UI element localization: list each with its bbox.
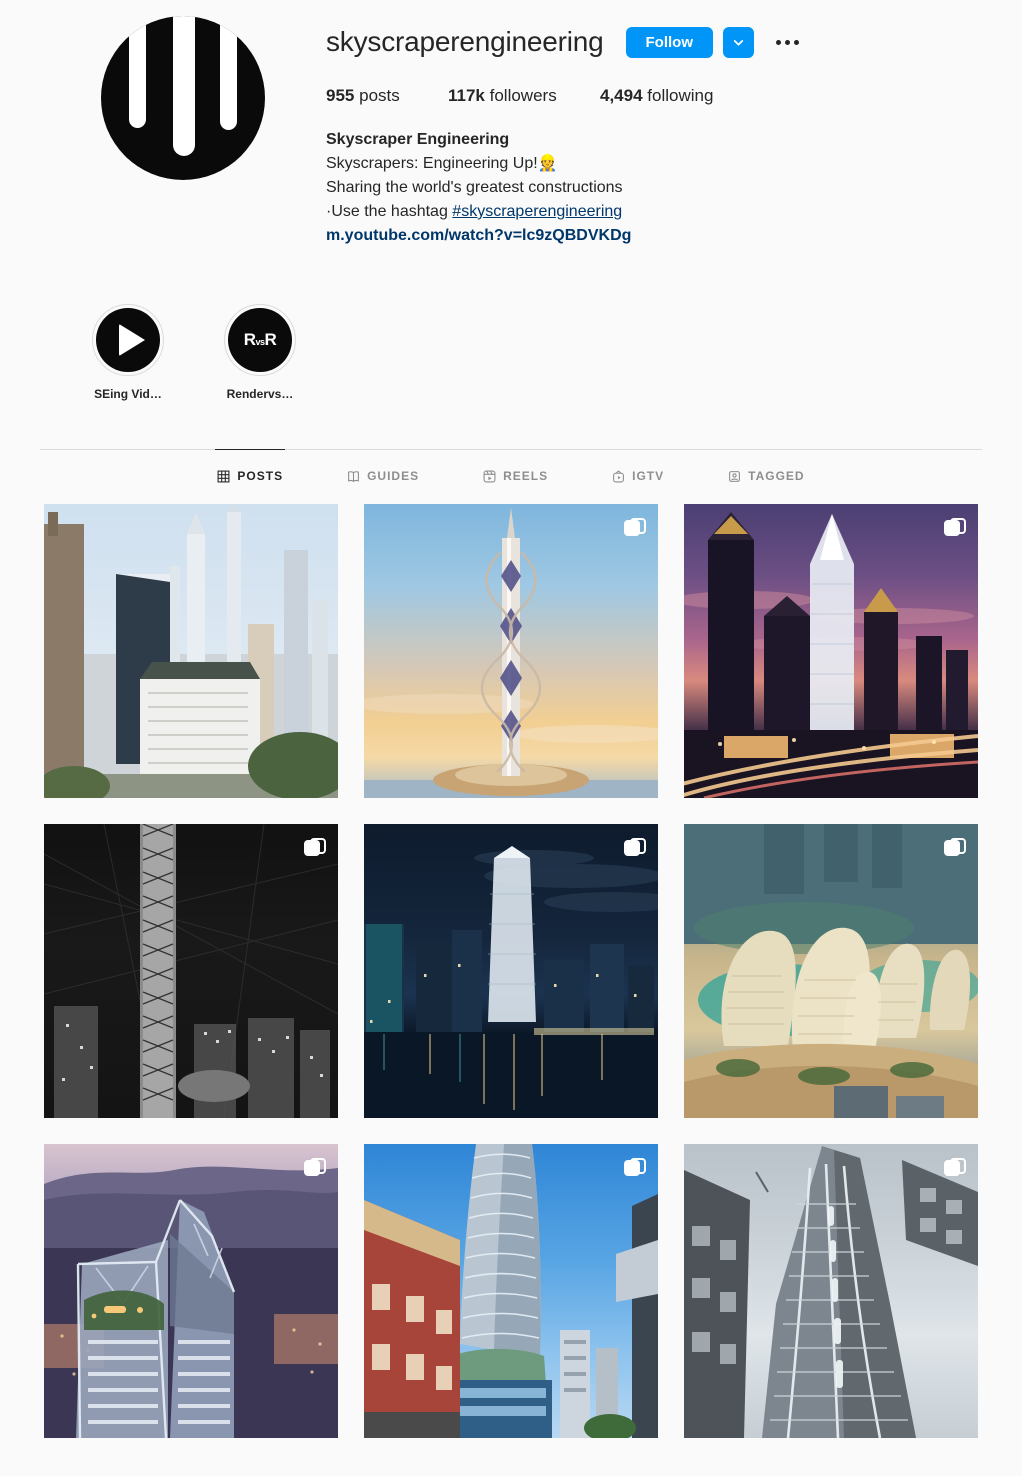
story-highlight-rendervs[interactable]: RvsR Rendervs… [224, 304, 296, 401]
highlight-label: SEing Vid… [94, 387, 162, 401]
bio-hashtag-link[interactable]: #skyscraperengineering [452, 203, 622, 220]
tab-tagged-label: TAGGED [748, 469, 805, 483]
stat-followers[interactable]: 117k followers [448, 86, 600, 106]
stat-following[interactable]: 4,494 following [600, 86, 713, 106]
post-thumbnail[interactable] [684, 824, 978, 1118]
profile-tabs: POSTS GUIDES REELS IGTV TAGGED [0, 449, 1022, 502]
follow-button[interactable]: Follow [625, 26, 714, 58]
post-image [44, 824, 338, 1118]
stat-followers-label: followers [489, 86, 557, 105]
bio-line-1: Skyscrapers: Engineering Up!👷 [326, 155, 558, 172]
carousel-icon [624, 1156, 646, 1178]
bio-line-2: Sharing the world's greatest constructio… [326, 179, 623, 196]
post-thumbnail[interactable] [44, 504, 338, 798]
post-thumbnail[interactable] [684, 1144, 978, 1438]
carousel-icon [304, 836, 326, 858]
chevron-down-icon [732, 36, 745, 49]
highlight-cover: RvsR [228, 308, 292, 372]
highlight-cover [96, 308, 160, 372]
post-image [684, 1144, 978, 1438]
profile-full-name: Skyscraper Engineering [326, 131, 510, 148]
post-thumbnail[interactable] [44, 824, 338, 1118]
bio-line-3: ·Use the hashtag #skyscraperengineering [326, 200, 746, 224]
profile-bio: Skyscraper Engineering Skyscrapers: Engi… [326, 128, 746, 248]
carousel-icon [944, 516, 966, 538]
tab-guides[interactable]: GUIDES [345, 449, 421, 502]
post-grid [0, 504, 1022, 1438]
tab-tagged[interactable]: TAGGED [726, 449, 806, 502]
tab-posts-label: POSTS [237, 469, 284, 483]
carousel-icon [944, 1156, 966, 1178]
profile-info: skyscraperengineering Follow 955 posts 1… [326, 14, 982, 248]
bio-external-link[interactable]: m.youtube.com/watch?v=lc9zQBDVKDg [326, 224, 746, 248]
follow-options-button[interactable] [723, 26, 755, 58]
carousel-icon-front [944, 840, 960, 856]
post-thumbnail[interactable] [364, 504, 658, 798]
story-highlight-seing-vid[interactable]: SEing Vid… [92, 304, 164, 401]
bio-line-3-prefix: ·Use the hashtag [326, 203, 453, 220]
carousel-icon-front [304, 1160, 320, 1176]
page-title: skyscraperengineering [326, 26, 604, 57]
post-image [684, 824, 978, 1118]
carousel-icon [624, 516, 646, 538]
r-vs-r-text-icon: RvsR [243, 330, 277, 349]
username-row: skyscraperengineering Follow [326, 20, 982, 64]
carousel-icon-front [624, 1160, 640, 1176]
carousel-icon [624, 836, 646, 858]
ellipsis-icon-dot-3 [793, 39, 799, 45]
avatar-column [40, 14, 326, 248]
stat-posts-value: 955 [326, 86, 355, 105]
stat-posts-label: posts [359, 86, 400, 105]
skyscraper-logo-bar-2 [173, 16, 195, 156]
avatar[interactable] [101, 16, 265, 180]
carousel-icon-front [624, 840, 640, 856]
highlight-ring: RvsR [224, 304, 296, 376]
post-thumbnail[interactable] [44, 1144, 338, 1438]
instagram-profile-page: skyscraperengineering Follow 955 posts 1… [0, 0, 1022, 1476]
carousel-icon-front [944, 1160, 960, 1176]
skyscraper-logo-bar-3 [220, 16, 237, 130]
ellipsis-icon-dot-2 [784, 39, 790, 45]
skyscraper-logo-bar-1 [129, 16, 146, 128]
post-image [684, 504, 978, 798]
tab-reels-label: REELS [503, 469, 549, 483]
guides-icon [347, 470, 360, 483]
stat-followers-value: 117k [448, 86, 485, 105]
carousel-icon [944, 836, 966, 858]
profile-header: skyscraperengineering Follow 955 posts 1… [0, 0, 1022, 248]
tab-guides-label: GUIDES [367, 469, 420, 483]
grid-icon [217, 470, 230, 483]
play-icon [118, 324, 145, 356]
profile-stats: 955 posts 117k followers 4,494 following [326, 86, 982, 106]
ellipsis-icon-dot-1 [775, 39, 781, 45]
igtv-icon [612, 469, 625, 483]
stat-following-value: 4,494 [600, 86, 643, 105]
highlight-ring [92, 304, 164, 376]
stat-following-label: following [647, 86, 714, 105]
reels-icon [483, 470, 496, 483]
tab-igtv[interactable]: IGTV [610, 449, 666, 502]
post-image [364, 504, 658, 798]
post-image [364, 1144, 658, 1438]
post-thumbnail[interactable] [364, 824, 658, 1118]
stat-posts[interactable]: 955 posts [326, 86, 448, 106]
story-highlights: SEing Vid… RvsR Rendervs… [0, 304, 1022, 401]
tab-reels[interactable]: REELS [481, 449, 550, 502]
post-thumbnail[interactable] [364, 1144, 658, 1438]
tagged-icon [728, 470, 741, 483]
carousel-icon-front [304, 840, 320, 856]
carousel-icon-front [944, 520, 960, 536]
post-image [44, 1144, 338, 1438]
tab-posts[interactable]: POSTS [215, 449, 286, 502]
post-image [44, 504, 338, 798]
carousel-icon-front [624, 520, 640, 536]
post-thumbnail[interactable] [684, 504, 978, 798]
post-image [364, 824, 658, 1118]
tab-igtv-label: IGTV [632, 469, 665, 483]
carousel-icon [304, 1156, 326, 1178]
more-options-button[interactable] [770, 27, 804, 58]
highlight-label: Rendervs… [226, 387, 294, 401]
